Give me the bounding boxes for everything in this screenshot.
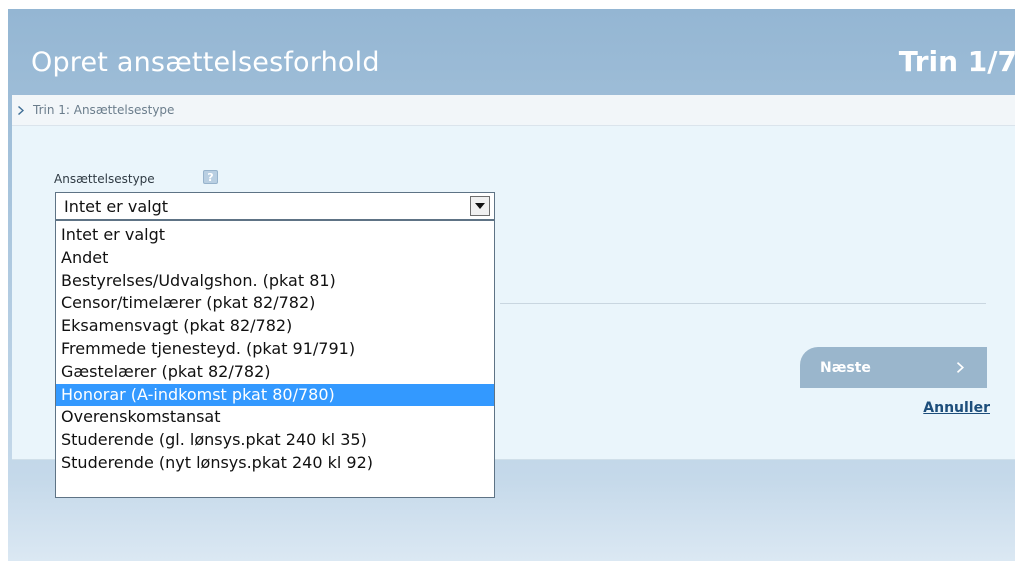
app-window: Opret ansættelsesforhold Trin 1/7 Trin 1… — [8, 9, 1015, 561]
dropdown-option[interactable]: Intet er valgt — [56, 224, 494, 247]
form-panel: Ansættelsestype ? Næste Annuller Intet e… — [12, 126, 1015, 498]
employment-type-select[interactable]: Intet er valgt — [55, 192, 495, 220]
dropdown-option[interactable]: Eksamensvagt (pkat 82/782) — [56, 315, 494, 338]
step-indicator: Trin 1/7 — [898, 45, 1015, 78]
divider — [500, 303, 986, 304]
dropdown-option[interactable]: Andet — [56, 247, 494, 270]
dropdown-option[interactable]: Censor/timelærer (pkat 82/782) — [56, 292, 494, 315]
cancel-link[interactable]: Annuller — [923, 400, 990, 416]
help-icon[interactable]: ? — [203, 170, 218, 184]
chevron-right-icon — [18, 105, 27, 115]
employment-type-label: Ansættelsestype — [54, 172, 155, 186]
dropdown-option-highlighted[interactable]: Honorar (A-indkomst pkat 80/780) — [56, 383, 494, 407]
dropdown-option[interactable]: Studerende (nyt lønsys.pkat 240 kl 92) — [56, 452, 494, 475]
dropdown-option[interactable]: Overenskomstansat — [56, 406, 494, 429]
page-title: Opret ansættelsesforhold — [31, 47, 380, 78]
dropdown-option[interactable]: Fremmede tjenesteyd. (pkat 91/791) — [56, 338, 494, 361]
chevron-right-icon — [957, 362, 969, 374]
breadcrumb: Trin 1: Ansættelsestype — [12, 95, 1015, 126]
select-current-value: Intet er valgt — [64, 196, 168, 216]
dropdown-arrow-icon[interactable] — [470, 196, 490, 216]
dropdown-option[interactable]: Studerende (gl. lønsys.pkat 240 kl 35) — [56, 429, 494, 452]
breadcrumb-label[interactable]: Trin 1: Ansættelsestype — [33, 103, 174, 117]
next-button[interactable]: Næste — [800, 347, 987, 388]
next-button-label: Næste — [820, 359, 871, 376]
dropdown-list: Intet er valgt Andet Bestyrelses/Udvalgs… — [55, 220, 495, 498]
dropdown-option[interactable]: Bestyrelses/Udvalgshon. (pkat 81) — [56, 270, 494, 293]
dropdown-option[interactable]: Gæstelærer (pkat 82/782) — [56, 361, 494, 384]
